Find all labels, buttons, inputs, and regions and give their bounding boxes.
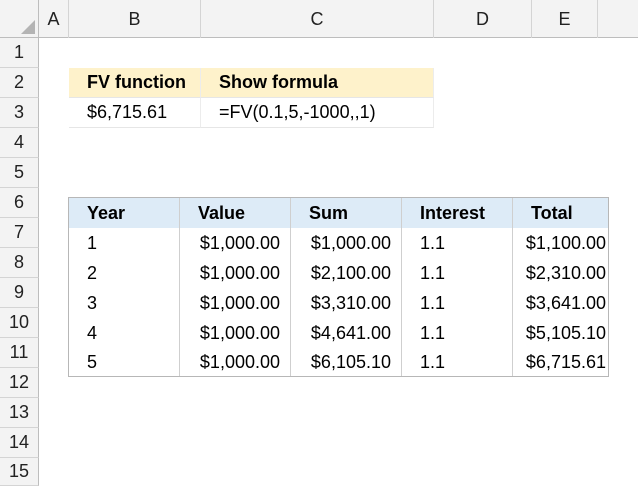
table-header-value[interactable]: Value	[180, 198, 291, 228]
column-header-a[interactable]: A	[39, 0, 69, 38]
table-header-year[interactable]: Year	[69, 198, 180, 228]
table-cell-interest[interactable]: 1.1	[402, 318, 513, 348]
row-header-2[interactable]: 2	[0, 68, 39, 98]
table-cell-year[interactable]: 1	[69, 228, 180, 258]
table-header-sum[interactable]: Sum	[291, 198, 402, 228]
row-header-1[interactable]: 1	[0, 38, 39, 68]
table-cell-total[interactable]: $3,641.00	[513, 288, 608, 318]
table-cell-value[interactable]: $1,000.00	[180, 318, 291, 348]
row-header-6[interactable]: 6	[0, 188, 39, 218]
row-header-15[interactable]: 15	[0, 458, 39, 486]
table-cell-sum[interactable]: $1,000.00	[291, 228, 402, 258]
table-cell-total[interactable]: $6,715.61	[513, 348, 608, 377]
table-cell-year[interactable]: 4	[69, 318, 180, 348]
row-header-9[interactable]: 9	[0, 278, 39, 308]
table-cell-value[interactable]: $1,000.00	[180, 348, 291, 377]
table-cell-sum[interactable]: $4,641.00	[291, 318, 402, 348]
table-cell-total[interactable]: $5,105.10	[513, 318, 608, 348]
table-cell-interest[interactable]: 1.1	[402, 258, 513, 288]
fv-function-header[interactable]: FV function	[69, 68, 201, 98]
table-cell-value[interactable]: $1,000.00	[180, 258, 291, 288]
column-header-d[interactable]: D	[434, 0, 532, 38]
row-header-12[interactable]: 12	[0, 368, 39, 398]
table-cell-interest[interactable]: 1.1	[402, 288, 513, 318]
row-header-8[interactable]: 8	[0, 248, 39, 278]
fv-formula-cell[interactable]: =FV(0.1,5,-1000,,1)	[201, 98, 434, 128]
row-header-3[interactable]: 3	[0, 98, 39, 128]
row-header-13[interactable]: 13	[0, 398, 39, 428]
show-formula-header[interactable]: Show formula	[201, 68, 434, 98]
column-header-b[interactable]: B	[69, 0, 201, 38]
table-header-total[interactable]: Total	[513, 198, 608, 228]
row-header-4[interactable]: 4	[0, 128, 39, 158]
table-cell-sum[interactable]: $2,100.00	[291, 258, 402, 288]
table-cell-total[interactable]: $2,310.00	[513, 258, 608, 288]
table-cell-value[interactable]: $1,000.00	[180, 288, 291, 318]
row-header-7[interactable]: 7	[0, 218, 39, 248]
row-header-11[interactable]: 11	[0, 338, 39, 368]
table-cell-sum[interactable]: $6,105.10	[291, 348, 402, 377]
row-header-14[interactable]: 14	[0, 428, 39, 458]
table-cell-total[interactable]: $1,100.00	[513, 228, 608, 258]
fv-result-cell[interactable]: $6,715.61	[69, 98, 201, 128]
table-cell-interest[interactable]: 1.1	[402, 348, 513, 377]
select-all-corner[interactable]	[0, 0, 39, 38]
column-header-e[interactable]: E	[532, 0, 598, 38]
table-header-interest[interactable]: Interest	[402, 198, 513, 228]
row-header-5[interactable]: 5	[0, 158, 39, 188]
row-header-10[interactable]: 10	[0, 308, 39, 338]
table-cell-year[interactable]: 3	[69, 288, 180, 318]
select-all-icon	[21, 20, 35, 34]
table-cell-year[interactable]: 2	[69, 258, 180, 288]
table-cell-interest[interactable]: 1.1	[402, 228, 513, 258]
column-header-c[interactable]: C	[201, 0, 434, 38]
table-cell-value[interactable]: $1,000.00	[180, 228, 291, 258]
table-cell-year[interactable]: 5	[69, 348, 180, 377]
table-cell-sum[interactable]: $3,310.00	[291, 288, 402, 318]
